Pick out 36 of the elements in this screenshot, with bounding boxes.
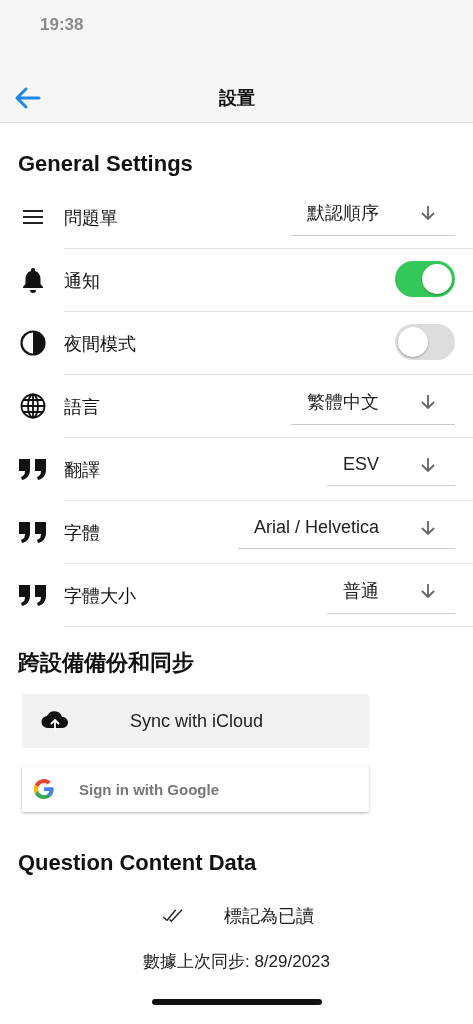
select-dropdown[interactable]: 繁體中文	[291, 379, 455, 425]
select-dropdown[interactable]: Arial / Helvetica	[237, 507, 455, 549]
icloud-sync-button[interactable]: Sync with iCloud	[22, 694, 369, 748]
section-heading: Question Content Data	[18, 850, 258, 877]
setting-label: 字體大小	[64, 585, 136, 608]
quote-icon	[18, 456, 48, 481]
select-dropdown[interactable]: ESV	[326, 444, 455, 486]
select-dropdown[interactable]: 默認順序	[291, 190, 455, 236]
setting-label: 翻譯	[64, 459, 100, 482]
section-heading: General Settings	[18, 151, 194, 178]
section-heading: 跨設備備份和同步	[18, 649, 195, 677]
last-sync-text: 數據上次同步: 8/29/2023	[141, 951, 332, 973]
globe-icon	[18, 392, 48, 419]
page-title: 設置	[218, 87, 255, 110]
setting-label: 語言	[64, 396, 100, 419]
google-sign-in-button[interactable]: Sign in with Google	[22, 766, 369, 812]
setting-label: 字體	[64, 522, 100, 545]
down-arrow-icon	[421, 582, 435, 599]
quote-icon	[18, 582, 48, 607]
status-time: 19:38	[40, 15, 84, 35]
down-arrow-icon	[421, 393, 435, 410]
setting-label: 通知	[64, 270, 100, 293]
google-g-icon	[33, 778, 55, 800]
mark-as-read-button[interactable]: 標記為已讀	[157, 900, 318, 932]
cloud-upload-icon	[40, 709, 70, 733]
down-arrow-icon	[421, 456, 435, 473]
setting-label: 問題單	[64, 207, 118, 230]
select-dropdown[interactable]: 普通	[327, 568, 455, 614]
quote-icon	[18, 519, 48, 544]
contrast-icon	[18, 329, 48, 356]
down-arrow-icon	[421, 519, 435, 536]
toggle-switch[interactable]	[395, 261, 455, 297]
toggle-switch[interactable]	[395, 324, 455, 360]
setting-label: 夜間模式	[64, 333, 136, 356]
down-arrow-icon	[421, 204, 435, 221]
back-arrow-icon[interactable]	[13, 86, 41, 110]
